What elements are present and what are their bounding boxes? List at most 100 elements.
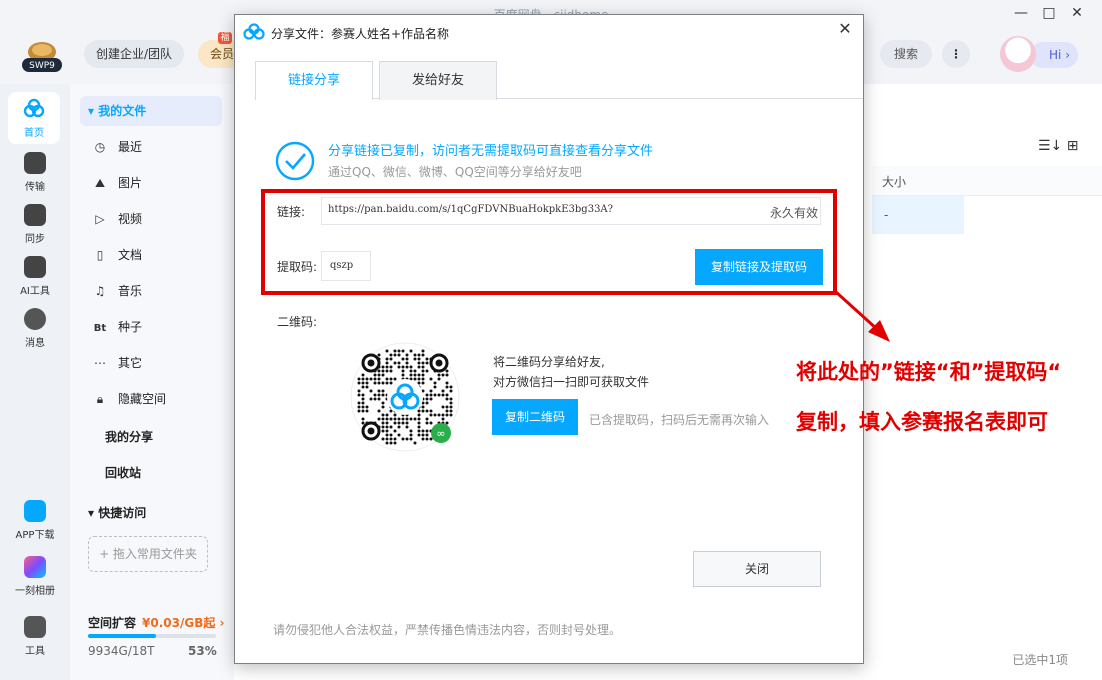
sidebar-item-messages[interactable]: 消息 <box>0 308 70 349</box>
qr-dot <box>401 349 405 353</box>
nav-item-torrents[interactable]: Bt 种子 <box>92 315 142 339</box>
qr-dot <box>417 421 421 425</box>
qr-dot <box>417 377 421 381</box>
qr-label: 二维码: <box>277 315 318 329</box>
headphone-icon: ♫ <box>94 284 106 298</box>
nav-recycle-bin[interactable]: 回收站 <box>105 464 141 481</box>
nav-my-share[interactable]: 我的分享 <box>105 428 153 445</box>
qr-dot <box>369 389 373 393</box>
drop-folder-zone[interactable]: + 拖入常用文件夹 <box>88 536 208 572</box>
qr-dot <box>381 425 385 429</box>
qr-dot <box>397 425 401 429</box>
nav-item-images[interactable]: ⛰ 图片 <box>92 171 142 195</box>
create-team-button[interactable]: 创建企业/团队 <box>84 40 185 68</box>
qr-dot <box>421 429 425 433</box>
nav-label: 隐藏空间 <box>118 392 167 406</box>
column-size[interactable]: 大小 <box>882 173 906 190</box>
qr-dot <box>357 405 361 409</box>
qr-dot <box>385 377 389 381</box>
qr-dot <box>413 373 417 377</box>
qr-dot <box>445 369 449 373</box>
qr-dot <box>417 433 421 437</box>
annotation-text-line1: 将此处的”链接“和”提取码“ <box>796 360 1062 384</box>
qr-dot <box>429 413 433 417</box>
qr-dot <box>421 377 425 381</box>
qr-dot <box>421 437 425 441</box>
nav-item-videos[interactable]: ▷ 视频 <box>92 207 142 231</box>
storage-upgrade-link[interactable]: ¥0.03/GB起 › <box>142 614 224 631</box>
maximize-button[interactable]: □ <box>1036 2 1062 24</box>
qr-dot <box>357 401 361 405</box>
close-button[interactable]: 关闭 <box>693 551 821 587</box>
qr-dot <box>421 353 425 357</box>
qr-dot <box>405 421 409 425</box>
sidebar-item-home[interactable]: 首页 <box>8 92 60 144</box>
selection-status: 已选中1项 <box>1012 653 1068 667</box>
sidebar-item-tools[interactable]: 工具 <box>0 616 70 657</box>
qr-dot <box>369 377 373 381</box>
svg-text:∞: ∞ <box>436 427 445 440</box>
qr-dot <box>373 377 377 381</box>
qr-dot <box>417 409 421 413</box>
qr-dot <box>381 389 385 393</box>
qr-finder-center <box>435 359 443 367</box>
copy-qr-button[interactable]: 复制二维码 <box>492 399 578 435</box>
qr-dot <box>445 385 449 389</box>
qr-dot <box>377 389 381 393</box>
cloud-icon <box>243 23 265 40</box>
sidebar-label-sync: 同步 <box>25 234 45 245</box>
success-subtitle: 通过QQ、微信、微博、QQ空间等分享给好友吧 <box>328 165 582 179</box>
nav-item-music[interactable]: ♫ 音乐 <box>92 279 142 303</box>
more-icon[interactable]: ⋮ <box>942 40 970 68</box>
qr-dot <box>361 405 365 409</box>
annotation-highlight-box <box>261 189 837 295</box>
sidebar-item-transfer[interactable]: 传输 <box>0 152 70 193</box>
qr-dot <box>401 421 405 425</box>
minimize-button[interactable]: — <box>1008 2 1034 24</box>
qr-dot <box>409 429 413 433</box>
qr-dot <box>365 377 369 381</box>
qr-dot <box>425 401 429 405</box>
avatar[interactable] <box>1000 36 1036 72</box>
qr-dot <box>385 437 389 441</box>
table-row[interactable]: - <box>872 196 964 234</box>
qr-dot <box>405 425 409 429</box>
qr-dot <box>389 417 393 421</box>
qr-dot <box>385 421 389 425</box>
qr-dot <box>393 413 397 417</box>
qr-dot <box>393 377 397 381</box>
share-tabs: 链接分享 发给好友 <box>255 61 863 100</box>
hi-assistant-button[interactable]: Hi › <box>1030 42 1078 68</box>
qr-dot <box>441 413 445 417</box>
close-window-button[interactable]: ✕ <box>1064 2 1090 24</box>
sidebar-item-app-download[interactable]: APP下载 <box>0 500 70 541</box>
qr-note: 已含提取码，扫码后无需再次输入 <box>589 413 770 427</box>
sidebar-item-sync[interactable]: 同步 <box>0 204 70 245</box>
sidebar-item-ai[interactable]: AI工具 <box>0 256 70 297</box>
nav-item-docs[interactable]: ▯ 文档 <box>92 243 142 267</box>
qr-dot <box>389 381 393 385</box>
qr-dot <box>413 353 417 357</box>
nav-item-other[interactable]: ⋯ 其它 <box>92 351 142 375</box>
qr-dot <box>401 417 405 421</box>
qr-dot <box>421 365 425 369</box>
nav-item-recent[interactable]: ◷ 最近 <box>92 135 142 159</box>
nav-my-files[interactable]: ▾ 我的文件 <box>80 96 222 126</box>
nav-quick-access[interactable]: ▾ 快捷访问 <box>88 504 146 521</box>
view-toggle-icons[interactable]: ☰↓ ⊞ <box>1038 138 1078 154</box>
storage-progress <box>88 634 216 638</box>
close-icon[interactable]: ✕ <box>835 19 855 38</box>
search-button[interactable]: 搜索 <box>880 40 932 68</box>
tab-send-friend[interactable]: 发给好友 <box>379 61 497 100</box>
qr-dot <box>417 381 421 385</box>
sidebar-item-album[interactable]: 一刻相册 <box>0 556 70 597</box>
success-message: 分享链接已复制，访问者无需提取码可直接查看分享文件 <box>328 144 654 159</box>
qr-dot <box>397 417 401 421</box>
qr-dot <box>409 349 413 353</box>
nav-item-hidden-space[interactable]: 🔒︎ 隐藏空间 <box>92 387 166 411</box>
qr-dot <box>385 361 389 365</box>
qr-dot <box>425 429 429 433</box>
qr-finder-center <box>367 359 375 367</box>
qr-dot <box>449 409 453 413</box>
tab-link-share[interactable]: 链接分享 <box>255 61 373 100</box>
